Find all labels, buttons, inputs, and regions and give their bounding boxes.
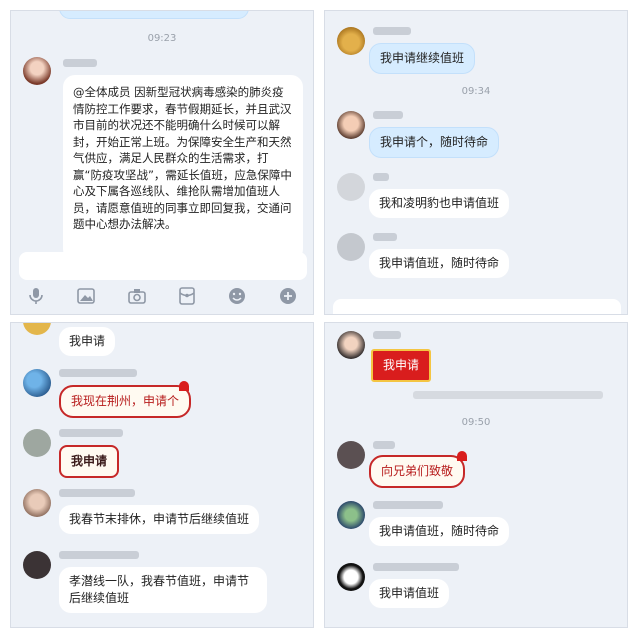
santa-hat-decoration (457, 451, 467, 461)
chat-panel-replies-2: 我申请 我现在荆州，申请个 我申请 我春节末排休，申请节后继续值班 孝潜线一队，… (10, 322, 314, 628)
reply-bubble[interactable]: 我申请值班 (369, 579, 450, 608)
reply-bubble[interactable]: 我申请 (59, 327, 116, 356)
emoji-icon[interactable] (226, 285, 248, 307)
sender-name-blurred (373, 173, 389, 181)
reply-bubble[interactable]: 我申请个，随时待命 (369, 127, 500, 158)
sender-name-blurred (59, 369, 137, 377)
reply-bubble[interactable]: 我申请值班，随时待命 (369, 517, 510, 546)
plus-icon[interactable] (277, 285, 299, 307)
reply-line: 后继续值班 (69, 591, 130, 605)
timestamp: 09:50 (461, 417, 491, 428)
reply-bubble[interactable]: 孝潜线一队，我春节值班，申请节 后继续值班 (59, 567, 267, 613)
reply-bubble[interactable]: 我申请值班，随时待命 (369, 249, 510, 278)
sender-name-blurred (373, 27, 411, 35)
avatar[interactable] (337, 27, 365, 55)
sender-name-blurred (59, 429, 123, 437)
reply-bubble[interactable]: 我申请继续值班 (369, 43, 476, 74)
chat-toolbar (11, 278, 313, 314)
image-icon[interactable] (75, 285, 97, 307)
festive-reply-bubble[interactable]: 我现在荆州，申请个 (59, 385, 192, 418)
avatar[interactable] (337, 563, 365, 591)
timestamp: 09:34 (461, 86, 491, 97)
avatar[interactable] (337, 173, 365, 201)
sender-name-blurred (373, 331, 401, 339)
chat-panel-replies-1: 我申请继续值班 09:34 我申请个，随时待命 我和凌明豹也申请值班 我申请值班… (324, 10, 628, 315)
sender-name-blurred (373, 441, 395, 449)
avatar[interactable] (23, 369, 51, 397)
sender-name-blurred (373, 233, 397, 241)
sender-name-blurred (63, 59, 97, 67)
avatar[interactable] (337, 331, 365, 359)
camera-icon[interactable] (126, 285, 148, 307)
festive-reply-bubble[interactable]: 向兄弟们致敬 (369, 455, 466, 488)
avatar[interactable] (23, 323, 51, 335)
red-packet-icon[interactable] (176, 285, 198, 307)
santa-hat-decoration (179, 381, 189, 391)
sender-name-blurred (373, 563, 459, 571)
announcement-bubble[interactable]: @全体成员 因新型冠状病毒感染的肺炎疫情防控工作要求，春节假期延长，并且武汉市目… (63, 75, 303, 261)
sender-name-blurred (59, 551, 139, 559)
sender-name-blurred (373, 501, 443, 509)
timestamp: 09:23 (147, 33, 177, 44)
message-input[interactable] (19, 252, 307, 280)
avatar[interactable] (337, 111, 365, 139)
message-input[interactable] (333, 299, 621, 314)
chat-panel-replies-3: 我申请 09:50 向兄弟们致敬 我申请值班，随时待命 我申请值班 (324, 322, 628, 628)
avatar[interactable] (337, 441, 365, 469)
avatar[interactable] (23, 489, 51, 517)
avatar[interactable] (23, 551, 51, 579)
system-notice-blurred (413, 391, 603, 399)
festive-reply-bubble[interactable]: 我申请 (59, 445, 120, 478)
sender-name-blurred (373, 111, 403, 119)
avatar[interactable] (23, 57, 51, 85)
avatar[interactable] (337, 233, 365, 261)
avatar[interactable] (23, 429, 51, 457)
reply-bubble[interactable]: 我春节末排休，申请节后继续值班 (59, 505, 260, 534)
microphone-icon[interactable] (25, 285, 47, 307)
previous-bubble-edge (59, 11, 249, 19)
sender-name-blurred (59, 489, 135, 497)
reply-bubble[interactable]: 我和凌明豹也申请值班 (369, 189, 510, 218)
avatar[interactable] (337, 501, 365, 529)
chat-panel-announcement: 09:23 @全体成员 因新型冠状病毒感染的肺炎疫情防控工作要求，春节假期延长，… (10, 10, 314, 315)
reply-line: 孝潜线一队，我春节值班，申请节 (69, 574, 250, 588)
red-packet-bubble[interactable]: 我申请 (371, 349, 432, 382)
